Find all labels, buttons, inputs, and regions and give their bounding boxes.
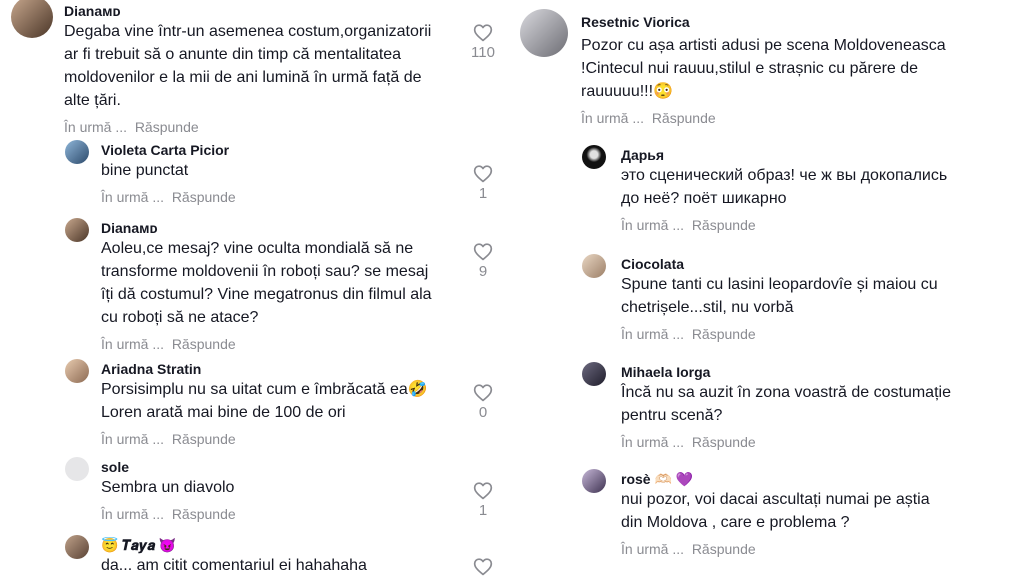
avatar[interactable] bbox=[65, 359, 89, 383]
comment-time: În urmă ... bbox=[101, 189, 165, 205]
comment-text: nui pozor, voi dacai ascultați numai pe … bbox=[621, 491, 930, 531]
comment-username[interactable]: Violeta Carta Picior bbox=[101, 141, 461, 159]
comment-meta: În urmă ... Răspunde bbox=[621, 216, 1011, 234]
reply-button[interactable]: Răspunde bbox=[172, 431, 236, 447]
comment-meta: În urmă ... Răspunde bbox=[621, 433, 1011, 451]
like-button[interactable]: 1 bbox=[468, 164, 498, 203]
reply-button[interactable]: Răspunde bbox=[692, 541, 756, 557]
comment-text: Pozor cu așa artisti adusi pe scena Mold… bbox=[581, 37, 946, 100]
comment-text: Sembra un diavolo bbox=[101, 479, 235, 496]
comment-meta: În urmă ... Răspunde bbox=[101, 335, 461, 353]
like-button[interactable] bbox=[468, 557, 498, 576]
reply-button[interactable]: Răspunde bbox=[172, 189, 236, 205]
comment-body: sole Sembra un diavolo În urmă ... Răspu… bbox=[101, 458, 461, 523]
like-count: 0 bbox=[478, 404, 488, 421]
reply-button[interactable]: Răspunde bbox=[652, 110, 716, 126]
comment-body: Dianaмᴅ Aoleu,ce mesaj? vine oculta mond… bbox=[101, 219, 461, 353]
heart-outline-icon bbox=[473, 243, 493, 261]
comment-text: bine punctat bbox=[101, 162, 189, 179]
avatar[interactable] bbox=[65, 457, 89, 481]
comment-username[interactable]: 😇 𝑻𝒂𝒚𝒂 😈 bbox=[101, 536, 461, 554]
heart-outline-icon bbox=[473, 482, 493, 500]
comment-meta: În urmă ... Răspunde bbox=[101, 505, 461, 523]
comment-text: Încă nu sa auzit în zona voastră de cost… bbox=[621, 384, 951, 424]
comment-time: În urmă ... bbox=[621, 217, 685, 233]
comment-meta: În urmă ... Răspunde bbox=[101, 430, 461, 448]
comment-body: Ariadna Stratin Porsisimplu nu sa uitat … bbox=[101, 360, 461, 448]
comment-meta: În urmă ... Răspunde bbox=[101, 188, 461, 206]
comment-text: Porsisimplu nu sa uitat cum e îmbrăcată … bbox=[101, 381, 428, 421]
comment-username[interactable]: Дарья bbox=[621, 146, 1011, 164]
like-count: 1 bbox=[478, 185, 488, 202]
like-button[interactable]: 110 bbox=[468, 23, 498, 62]
reply-button[interactable]: Răspunde bbox=[692, 326, 756, 342]
comment-meta: În urmă ... Răspunde bbox=[64, 118, 464, 136]
comment-time: În urmă ... bbox=[621, 541, 685, 557]
comment-body: rosè 🫶🏻 💜 nui pozor, voi dacai ascultați… bbox=[621, 470, 1011, 558]
like-button[interactable]: 0 bbox=[468, 383, 498, 422]
comment-text: это сценический образ! че ж вы докопалис… bbox=[621, 167, 948, 207]
comment-body: Violeta Carta Picior bine punctat În urm… bbox=[101, 141, 461, 206]
like-button[interactable]: 1 bbox=[468, 481, 498, 520]
heart-outline-icon bbox=[473, 24, 493, 42]
comment-body: Ciocolata Spune tanti cu lasini leopardo… bbox=[621, 255, 1011, 343]
comment-username[interactable]: sole bbox=[101, 458, 461, 476]
avatar[interactable] bbox=[11, 0, 53, 38]
comment-username[interactable]: rosè 🫶🏻 💜 bbox=[621, 470, 1011, 488]
avatar[interactable] bbox=[65, 535, 89, 559]
comment-time: În urmă ... bbox=[101, 506, 165, 522]
comment-time: În urmă ... bbox=[621, 434, 685, 450]
comment-username[interactable]: Ariadna Stratin bbox=[101, 360, 461, 378]
comment-username[interactable]: Ciocolata bbox=[621, 255, 1011, 273]
comment-text: Degaba vine într-un asemenea costum,orga… bbox=[64, 23, 432, 109]
avatar[interactable] bbox=[65, 140, 89, 164]
reply-button[interactable]: Răspunde bbox=[135, 119, 199, 135]
comment-username[interactable]: Dianaмᴅ bbox=[101, 219, 461, 237]
like-count: 9 bbox=[478, 263, 488, 280]
avatar[interactable] bbox=[520, 9, 568, 57]
reply-button[interactable]: Răspunde bbox=[692, 434, 756, 450]
comment-meta: În urmă ... Răspunde bbox=[581, 109, 1011, 127]
reply-button[interactable]: Răspunde bbox=[692, 217, 756, 233]
comment-time: În urmă ... bbox=[581, 110, 645, 126]
comment-username[interactable]: Dianaмᴅ bbox=[64, 2, 464, 20]
comment-username[interactable]: Resetnic Viorica bbox=[581, 13, 1011, 31]
comment-username[interactable]: Mihaela Iorga bbox=[621, 363, 1011, 381]
comment-time: În urmă ... bbox=[101, 336, 165, 352]
avatar[interactable] bbox=[65, 218, 89, 242]
avatar[interactable] bbox=[582, 145, 606, 169]
avatar[interactable] bbox=[582, 254, 606, 278]
comment-time: În urmă ... bbox=[64, 119, 128, 135]
reply-button[interactable]: Răspunde bbox=[172, 506, 236, 522]
like-button[interactable]: 9 bbox=[468, 242, 498, 281]
comment-body: Resetnic Viorica Pozor cu așa artisti ad… bbox=[581, 13, 1011, 127]
comment-body: Dianaмᴅ Degaba vine într-un asemenea cos… bbox=[64, 2, 464, 136]
avatar[interactable] bbox=[582, 362, 606, 386]
reply-button[interactable]: Răspunde bbox=[172, 336, 236, 352]
comment-time: În urmă ... bbox=[101, 431, 165, 447]
like-count: 110 bbox=[471, 44, 495, 61]
comment-time: În urmă ... bbox=[621, 326, 685, 342]
comment-body: Mihaela Iorga Încă nu sa auzit în zona v… bbox=[621, 363, 1011, 451]
comment-text: Aoleu,ce mesaj? vine oculta mondială să … bbox=[101, 240, 432, 326]
like-count: 1 bbox=[478, 502, 488, 519]
comment-body: 😇 𝑻𝒂𝒚𝒂 😈 da... am citit comentariul ei h… bbox=[101, 536, 461, 577]
comment-meta: În urmă ... Răspunde bbox=[621, 325, 1011, 343]
avatar[interactable] bbox=[582, 469, 606, 493]
heart-outline-icon bbox=[473, 384, 493, 402]
comment-body: Дарья это сценический образ! че ж вы док… bbox=[621, 146, 1011, 234]
heart-outline-icon bbox=[473, 558, 493, 576]
comment-text: Spune tanti cu lasini leopardovîe și mai… bbox=[621, 276, 938, 316]
heart-outline-icon bbox=[473, 165, 493, 183]
comment-meta: În urmă ... Răspunde bbox=[621, 540, 1011, 558]
